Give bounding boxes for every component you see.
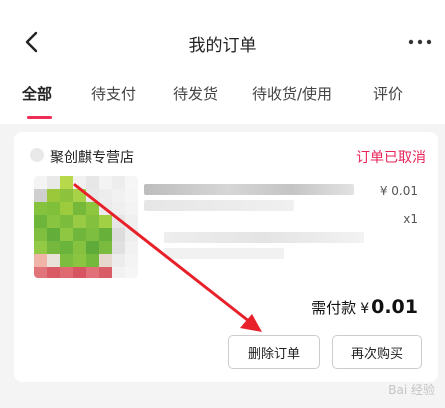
thumbnail-mosaic-cell [86,267,99,278]
thumbnail-mosaic-cell [86,176,99,189]
total-amount: 0.01 [371,296,418,318]
thumbnail-mosaic-cell [112,254,125,267]
thumbnail-mosaic-cell [86,241,99,254]
delete-order-button[interactable]: 删除订单 [228,335,320,369]
thumbnail-mosaic-cell [73,241,86,254]
shop-name[interactable]: 聚创麒专营店 [50,147,134,167]
thumbnail-mosaic-cell [112,189,125,202]
thumbnail-mosaic-cell [60,254,73,267]
thumbnail-mosaic-cell [60,176,73,189]
thumbnail-mosaic-cell [99,189,112,202]
thumbnail-mosaic-cell [47,189,60,202]
product-title-blurred [144,200,294,211]
thumbnail-mosaic-cell [125,176,138,189]
thumbnail-mosaic-cell [60,202,73,215]
thumbnail-mosaic-cell [86,189,99,202]
thumbnail-mosaic-cell [34,202,47,215]
thumbnail-mosaic-cell [112,228,125,241]
thumbnail-mosaic-cell [60,189,73,202]
thumbnail-mosaic-cell [73,267,86,278]
thumbnail-mosaic-cell [99,254,112,267]
top-bar: 我的订单 全部 待支付 待发货 待收货/使用 评价 [0,0,445,124]
thumbnail-mosaic-cell [125,189,138,202]
thumbnail-mosaic-cell [60,215,73,228]
watermark: Bai 经验 [388,383,435,397]
item-price: ¥ 0.01 [379,184,418,198]
thumbnail-mosaic-cell [86,215,99,228]
thumbnail-mosaic-cell [125,241,138,254]
thumbnail-mosaic-cell [34,267,47,278]
thumbnail-mosaic-cell [112,267,125,278]
thumbnail-mosaic-cell [34,254,47,267]
thumbnail-mosaic-cell [86,228,99,241]
thumbnail-mosaic-cell [99,228,112,241]
active-tab-indicator [27,116,52,119]
thumbnail-mosaic-cell [99,267,112,278]
page-title: 我的订单 [188,36,257,56]
tab-pending-receipt[interactable]: 待收货/使用 [252,83,332,104]
tab-pending-payment[interactable]: 待支付 [91,83,136,104]
thumbnail-mosaic-cell [99,202,112,215]
order-tabs: 全部 待支付 待发货 待收货/使用 评价 [0,83,445,113]
product-spec-blurred [164,248,284,259]
product-title-blurred [144,184,354,195]
thumbnail-mosaic-cell [125,267,138,278]
thumbnail-mosaic-cell [47,176,60,189]
thumbnail-mosaic-cell [125,254,138,267]
thumbnail-mosaic-cell [73,254,86,267]
thumbnail-mosaic-cell [47,254,60,267]
tab-pending-shipment[interactable]: 待发货 [173,83,218,104]
tab-all[interactable]: 全部 [22,83,52,104]
thumbnail-mosaic-cell [60,228,73,241]
thumbnail-mosaic-cell [112,241,125,254]
thumbnail-mosaic-cell [99,241,112,254]
thumbnail-mosaic-cell [47,228,60,241]
thumbnail-mosaic-cell [34,189,47,202]
rebuy-button[interactable]: 再次购买 [332,335,422,369]
product-thumbnail[interactable] [34,176,138,278]
thumbnail-mosaic-cell [112,215,125,228]
total-currency: ¥ [360,301,370,317]
thumbnail-mosaic-cell [60,267,73,278]
thumbnail-mosaic-cell [47,215,60,228]
thumbnail-mosaic-cell [47,202,60,215]
thumbnail-mosaic-cell [112,202,125,215]
thumbnail-mosaic-cell [34,228,47,241]
thumbnail-mosaic-cell [73,189,86,202]
thumbnail-mosaic-cell [34,241,47,254]
thumbnail-mosaic-cell [125,215,138,228]
thumbnail-mosaic-cell [99,215,112,228]
thumbnail-mosaic-cell [73,228,86,241]
thumbnail-mosaic-cell [86,202,99,215]
thumbnail-mosaic-cell [86,254,99,267]
thumbnail-mosaic-cell [34,215,47,228]
order-card[interactable]: 聚创麒专营店 订单已取消 ¥ 0.01 x1 需付款 ¥0.01 删除订单 再次购… [14,132,438,382]
item-quantity: x1 [403,212,418,226]
product-spec-blurred [164,232,364,243]
order-status: 订单已取消 [356,150,426,166]
thumbnail-mosaic-cell [112,176,125,189]
thumbnail-mosaic-cell [73,176,86,189]
shop-icon [30,148,44,162]
thumbnail-mosaic-cell [47,241,60,254]
thumbnail-mosaic-cell [34,176,47,189]
thumbnail-mosaic-cell [125,202,138,215]
total-label: 需付款 [311,299,357,317]
thumbnail-mosaic-cell [47,267,60,278]
tab-review[interactable]: 评价 [373,83,403,104]
thumbnail-mosaic-cell [99,176,112,189]
thumbnail-mosaic-cell [60,241,73,254]
more-horizontal-icon[interactable] [407,36,433,48]
thumbnail-mosaic-cell [125,228,138,241]
thumbnail-mosaic-cell [73,215,86,228]
thumbnail-mosaic-cell [73,202,86,215]
total-payable: 需付款 ¥0.01 [311,296,418,318]
